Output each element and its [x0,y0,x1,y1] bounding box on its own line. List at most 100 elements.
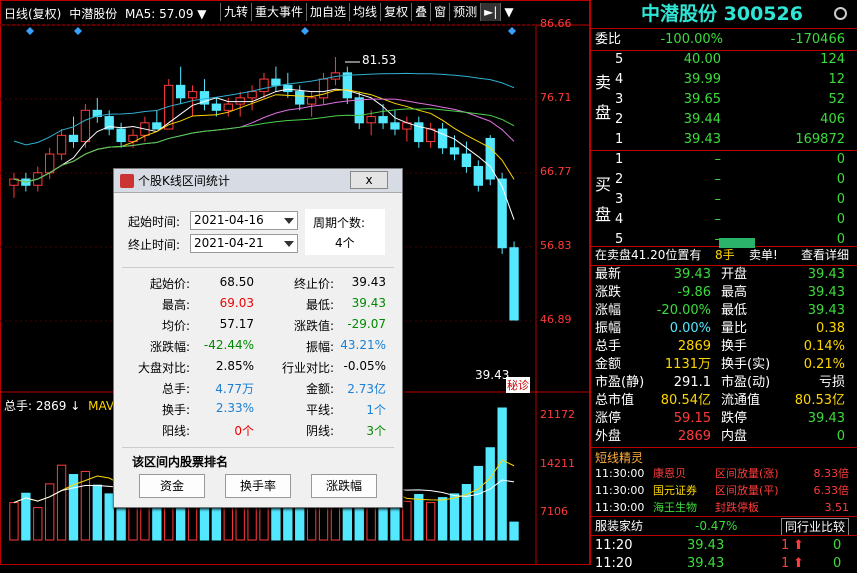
field-value: 39.43 [807,411,845,426]
field-label: 流通值 [721,393,761,408]
short-time: 11:30:00 [595,484,645,497]
industry-compare-button[interactable]: 同行业比较 [781,518,850,536]
volume-axis-label: 21172 [540,408,575,421]
volume-bar [21,492,31,541]
period-count-label: 周期个数: [313,216,366,230]
price-axis-label: 76.71 [540,91,572,104]
field-value: 2869 [677,339,711,354]
candle-body [68,134,79,143]
stat-label: 振幅: [305,340,334,354]
sell-order-row: 5 40.00 124 [591,50,853,70]
app-logo-icon [120,174,134,188]
gear-icon[interactable] [834,7,847,20]
volume-bar [56,464,67,541]
stat-label: 行业对比: [281,361,334,375]
rank-change-button[interactable]: 涨跌幅 [311,474,377,498]
volume-bar [485,447,495,541]
short-event: 区间放量(平) [715,484,779,497]
volume-bar [402,500,412,541]
field-value: 0.38 [816,321,845,336]
stat-label: 均价: [161,319,190,333]
order-level: 3 [615,92,624,107]
candle-body [366,116,376,124]
candle-body [247,91,257,99]
buy-order-row: 1 – 0 [591,150,853,170]
stat-value: 39.43 [351,275,386,289]
candle-body [473,166,483,186]
short-value: 3.51 [824,501,850,514]
event-diamond-icon [508,27,516,35]
up-arrow-icon: ⬆ [793,538,804,553]
candle-body [80,109,91,143]
dialog-title: 个股K线区间统计 [138,174,230,188]
field-value: 39.43 [807,285,845,300]
stat-value: 4.77万 [215,382,254,396]
field-value: 59.15 [673,411,711,426]
stat-value: 2.33% [215,401,254,415]
volume-total: 总手: 2869 [4,399,67,413]
tick-row: 11:20 39.43 1 ⬆ 0 [591,555,853,573]
divider [122,267,394,268]
weibi-diff: -170466 [790,32,845,47]
candle-body [461,153,472,168]
short-elf-row[interactable]: 11:30:00 海王生物 封跌停板 3.51 [591,499,853,516]
field-value: 291.1 [673,375,711,390]
short-value: 8.33倍 [813,467,850,480]
order-price: – [714,192,722,207]
candle-body [175,84,186,99]
volume-bar [426,502,436,541]
quote-field-row: 市盈(静) 291.1 市盈(动) 亏损 [591,374,853,392]
quote-field-row: 最新 39.43 开盘 39.43 [591,266,853,284]
rank-turnover-button[interactable]: 换手率 [225,474,291,498]
tick-price: 39.43 [687,556,725,571]
rank-funds-button[interactable]: 资金 [139,474,205,498]
short-value: 6.33倍 [813,484,850,497]
dialog-title-bar[interactable]: 个股K线区间统计 x [114,169,402,193]
stat-label: 涨跌值: [293,319,334,333]
volume-bar [92,484,102,541]
field-label: 总市值 [595,393,635,408]
order-volume: 0 [836,152,845,167]
short-elf-row[interactable]: 11:30:00 康恩贝 区间放量(涨) 8.33倍 [591,465,853,482]
field-label: 最高 [721,285,748,300]
short-elf-row[interactable]: 11:30:00 国元证券 区间放量(平) 6.33倍 [591,482,853,499]
candle-body [211,103,222,111]
field-label: 换手 [721,339,748,354]
candle-body [116,128,126,143]
field-label: 最新 [595,267,622,282]
quote-field-row: 外盘 2869 内盘 0 [591,428,853,446]
weibi-pct: -100.00% [660,32,723,47]
stat-value: 57.17 [219,317,254,331]
stat-value: 3个 [366,424,386,438]
field-value: 0 [836,429,845,444]
divider [591,447,857,448]
candle-body [449,147,460,155]
tip-tag[interactable]: 秘诊 [506,377,530,393]
quote-field-row: 总市值 80.54亿 流通值 80.53亿 [591,392,853,410]
stat-value: -29.07 [347,317,386,331]
candle-body [187,91,198,99]
stat-label: 涨跌幅: [149,340,190,354]
volume-bar [9,502,19,541]
candle-body [56,134,67,155]
start-time-select[interactable]: 2021-04-16 [190,211,298,230]
short-time: 11:30:00 [595,501,645,514]
order-price: 39.43 [683,132,721,147]
volume-bar [449,493,460,541]
notice-detail-link[interactable]: 查看详细 [801,246,849,264]
candle-body [390,122,400,130]
quote-panel: 中潜股份 300526 委比 -100.00% -170466 卖盘 5 40.0… [590,0,857,571]
end-time-select[interactable]: 2021-04-21 [190,234,298,253]
order-level: 4 [615,212,624,227]
field-label: 金额 [595,357,622,372]
field-label: 市盈(动) [721,375,771,390]
stat-label: 金额: [305,382,334,396]
industry-row: 服装家纺 -0.47% 同行业比较 [591,516,853,536]
chevron-down-icon [284,218,294,224]
order-volume: 52 [828,92,845,107]
rank-section-title: 该区间内股票排名 [132,455,229,469]
volume-bar [509,521,519,541]
close-button[interactable]: x [350,171,388,189]
price-axis-label: 46.89 [540,313,572,326]
stat-label: 终止价: [293,277,334,291]
